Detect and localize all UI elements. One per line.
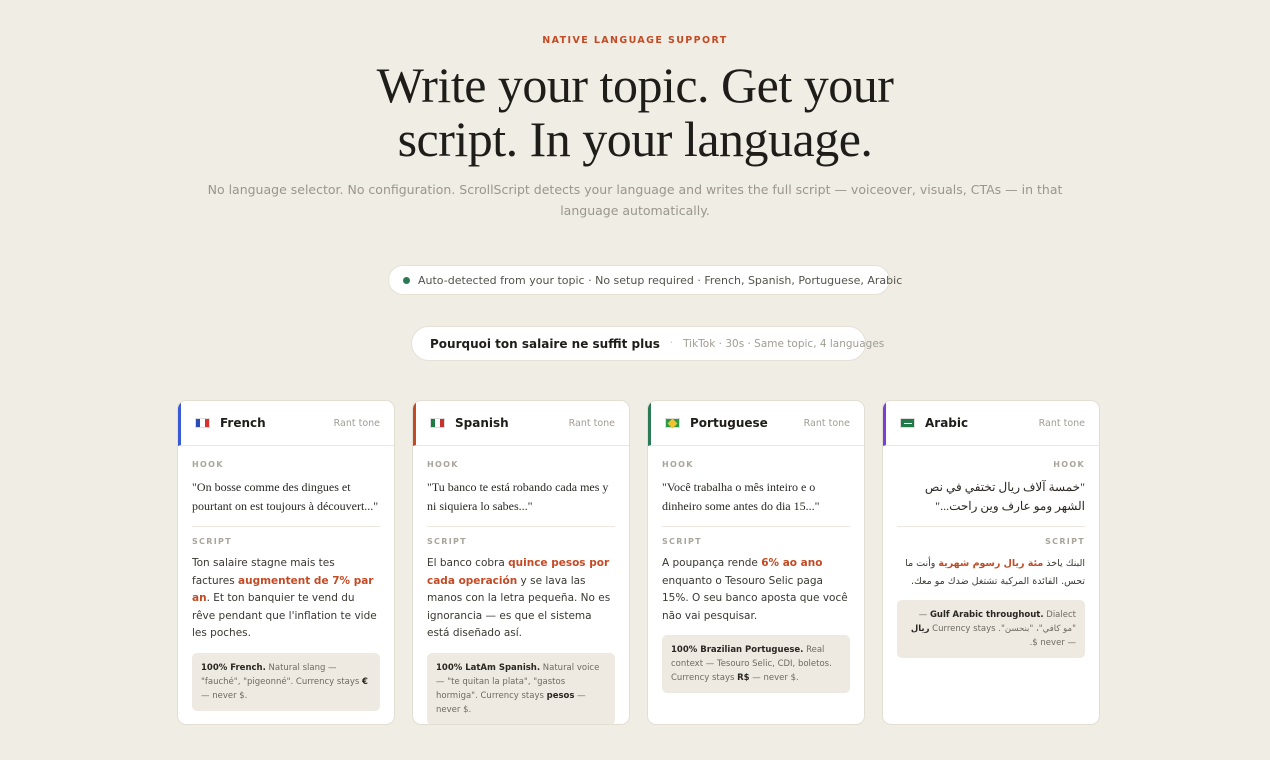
eyebrow-label: NATIVE LANGUAGE SUPPORT — [542, 35, 728, 46]
script-text: Ton salaire stagne mais tes factures aug… — [192, 557, 377, 639]
mexico-flag-icon — [430, 418, 445, 428]
language-name: Arabic — [925, 416, 969, 430]
language-card-arabic: Arabic Rant tone HOOK "خمسة آلاف ريال تخ… — [882, 400, 1100, 725]
hook-label: HOOK — [192, 460, 224, 469]
saudi-arabia-flag-icon — [900, 418, 915, 428]
language-card-portuguese: Portuguese Rant tone HOOK "Você trabalha… — [647, 400, 865, 725]
auto-detect-pill: Auto-detected from your topic · No setup… — [388, 265, 902, 295]
headline: Write your topic. Get your script. In yo… — [0, 58, 1270, 166]
tone-label: Rant tone — [568, 417, 615, 429]
script-label: SCRIPT — [1045, 537, 1085, 546]
topic-meta: TikTok · 30s · Same topic, 4 languages — [683, 337, 885, 350]
hook-label: HOOK — [1053, 460, 1085, 469]
hook-text: "Você trabalha o mês inteiro e o dinheir… — [662, 478, 850, 527]
tone-label: Rant tone — [803, 417, 850, 429]
card-header: French Rant tone — [178, 401, 394, 446]
hook-label: HOOK — [662, 460, 694, 469]
hook-text: "خمسة آلاف ريال تختفي في نص الشهر ومو عا… — [897, 478, 1085, 527]
script-text: البنك ياخذ مئة ريال رسوم شهرية وأنت ما ت… — [905, 558, 1085, 587]
tone-label: Rant tone — [1038, 417, 1085, 429]
topic-separator: · — [669, 338, 674, 349]
language-card-french: French Rant tone HOOK "On bosse comme de… — [177, 400, 395, 725]
script-text: El banco cobra quince pesos por cada ope… — [427, 557, 611, 639]
subtext: No language selector. No configuration. … — [207, 182, 1063, 218]
script-highlight: مئة ريال رسوم شهرية — [938, 558, 1044, 569]
tone-label: Rant tone — [333, 417, 380, 429]
script-highlight: 6% ao ano — [761, 557, 823, 569]
script-label: SCRIPT — [427, 537, 467, 546]
france-flag-icon — [195, 418, 210, 428]
language-note: Gulf Arabic throughout. Dialect — "مو كا… — [897, 600, 1085, 658]
card-header: Spanish Rant tone — [413, 401, 629, 446]
card-header: Portuguese Rant tone — [648, 401, 864, 446]
brazil-flag-icon — [665, 418, 680, 428]
card-header: Arabic Rant tone — [883, 401, 1099, 446]
headline-line-2: script. In your language. — [397, 111, 873, 167]
script-label: SCRIPT — [192, 537, 232, 546]
language-name: Spanish — [455, 416, 509, 430]
language-note: 100% LatAm Spanish. Natural voice — "te … — [427, 652, 615, 724]
status-dot-icon — [403, 276, 410, 284]
language-card-spanish: Spanish Rant tone HOOK "Tu banco te está… — [412, 400, 630, 725]
hook-text: "On bosse comme des dingues et pourtant … — [192, 478, 380, 527]
language-note: 100% Brazilian Portuguese. Real context … — [662, 635, 850, 693]
headline-line-1: Write your topic. Get your — [376, 57, 894, 113]
language-name: Portuguese — [690, 416, 768, 430]
auto-detect-text: Auto-detected from your topic · No setup… — [418, 273, 903, 287]
script-text: A poupança rende 6% ao ano enquanto o Te… — [662, 557, 848, 622]
hook-text: "Tu banco te está robando cada mes y ni … — [427, 478, 615, 527]
script-label: SCRIPT — [662, 537, 702, 546]
hook-label: HOOK — [427, 460, 459, 469]
language-note: 100% French. Natural slang — "fauché", "… — [192, 652, 380, 711]
topic-pill[interactable]: Pourquoi ton salaire ne suffit plus · Ti… — [411, 326, 884, 361]
language-name: French — [220, 416, 266, 430]
topic-title: Pourquoi ton salaire ne suffit plus — [430, 336, 660, 351]
